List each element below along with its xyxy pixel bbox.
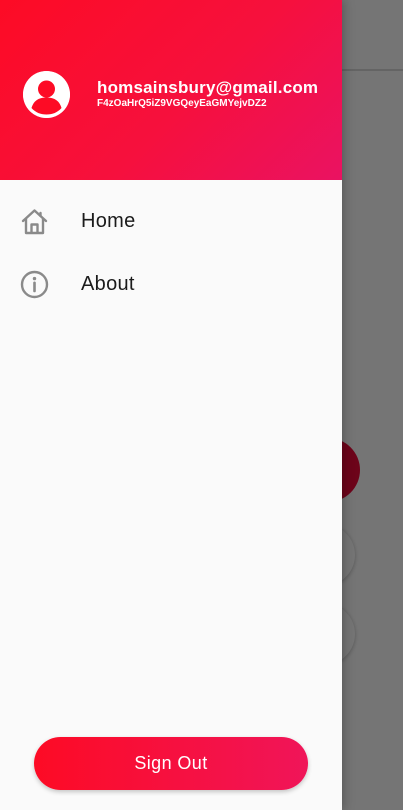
menu-item-home[interactable]: Home [0,191,342,251]
account-avatar-icon [23,71,70,118]
menu-item-label: Home [81,210,136,232]
drawer-header: homsainsbury@gmail.com F4zOaHrQ5iZ9VGQey… [0,0,342,180]
info-icon [20,270,49,299]
navigation-drawer: homsainsbury@gmail.com F4zOaHrQ5iZ9VGQey… [0,0,342,810]
menu-item-about[interactable]: About [0,254,342,314]
sign-out-button[interactable]: Sign Out [34,737,308,790]
home-icon [21,209,48,235]
menu-item-label: About [81,273,135,295]
user-email: homsainsbury@gmail.com [97,78,319,97]
user-id: F4zOaHrQ5iZ9VGQeyEaGMYejvDZ2 [97,98,267,109]
